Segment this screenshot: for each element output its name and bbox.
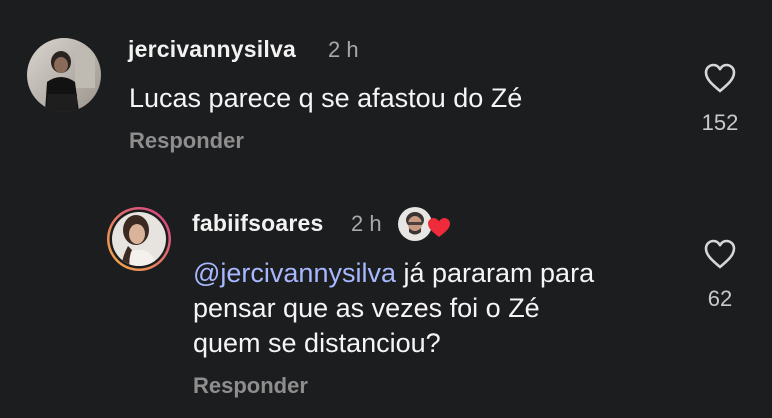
comment-text: Lucas parece q se afastou do Zé [129,83,523,113]
mention-link[interactable]: @jercivannysilva [193,258,396,288]
like-count: 62 [707,286,733,311]
comment-item: jercivannysilva 2 h Lucas parece q se af… [0,0,772,180]
creator-liked-badge-icon [395,204,455,244]
reply-text-line-2: pensar que as vezes foi o Zé [193,293,540,323]
like-count: 152 [701,110,739,135]
reply-text-line-1-rest: já pararam para [395,258,595,288]
comment-time: 2 h [328,37,359,62]
reply-button[interactable]: Responder [193,373,308,399]
reply-text-line-3: quem se distanciou? [193,328,441,358]
reply-username[interactable]: fabiifsoares [192,210,324,237]
reply-time: 2 h [351,211,382,236]
avatar[interactable] [106,206,172,272]
comments-thread: jercivannysilva 2 h Lucas parece q se af… [0,0,772,418]
reply-button[interactable]: Responder [129,128,244,154]
reply-text-line-1: @jercivannysilva já pararam para [193,256,673,291]
comment-username[interactable]: jercivannysilva [128,36,296,63]
avatar[interactable] [27,38,101,112]
heart-outline-icon[interactable] [703,238,737,270]
reply-item: fabiifsoares 2 h @jercivannysilva já par… [0,180,772,418]
heart-outline-icon[interactable] [703,62,737,94]
reply-text: @jercivannysilva já pararam para pensar … [193,256,673,361]
